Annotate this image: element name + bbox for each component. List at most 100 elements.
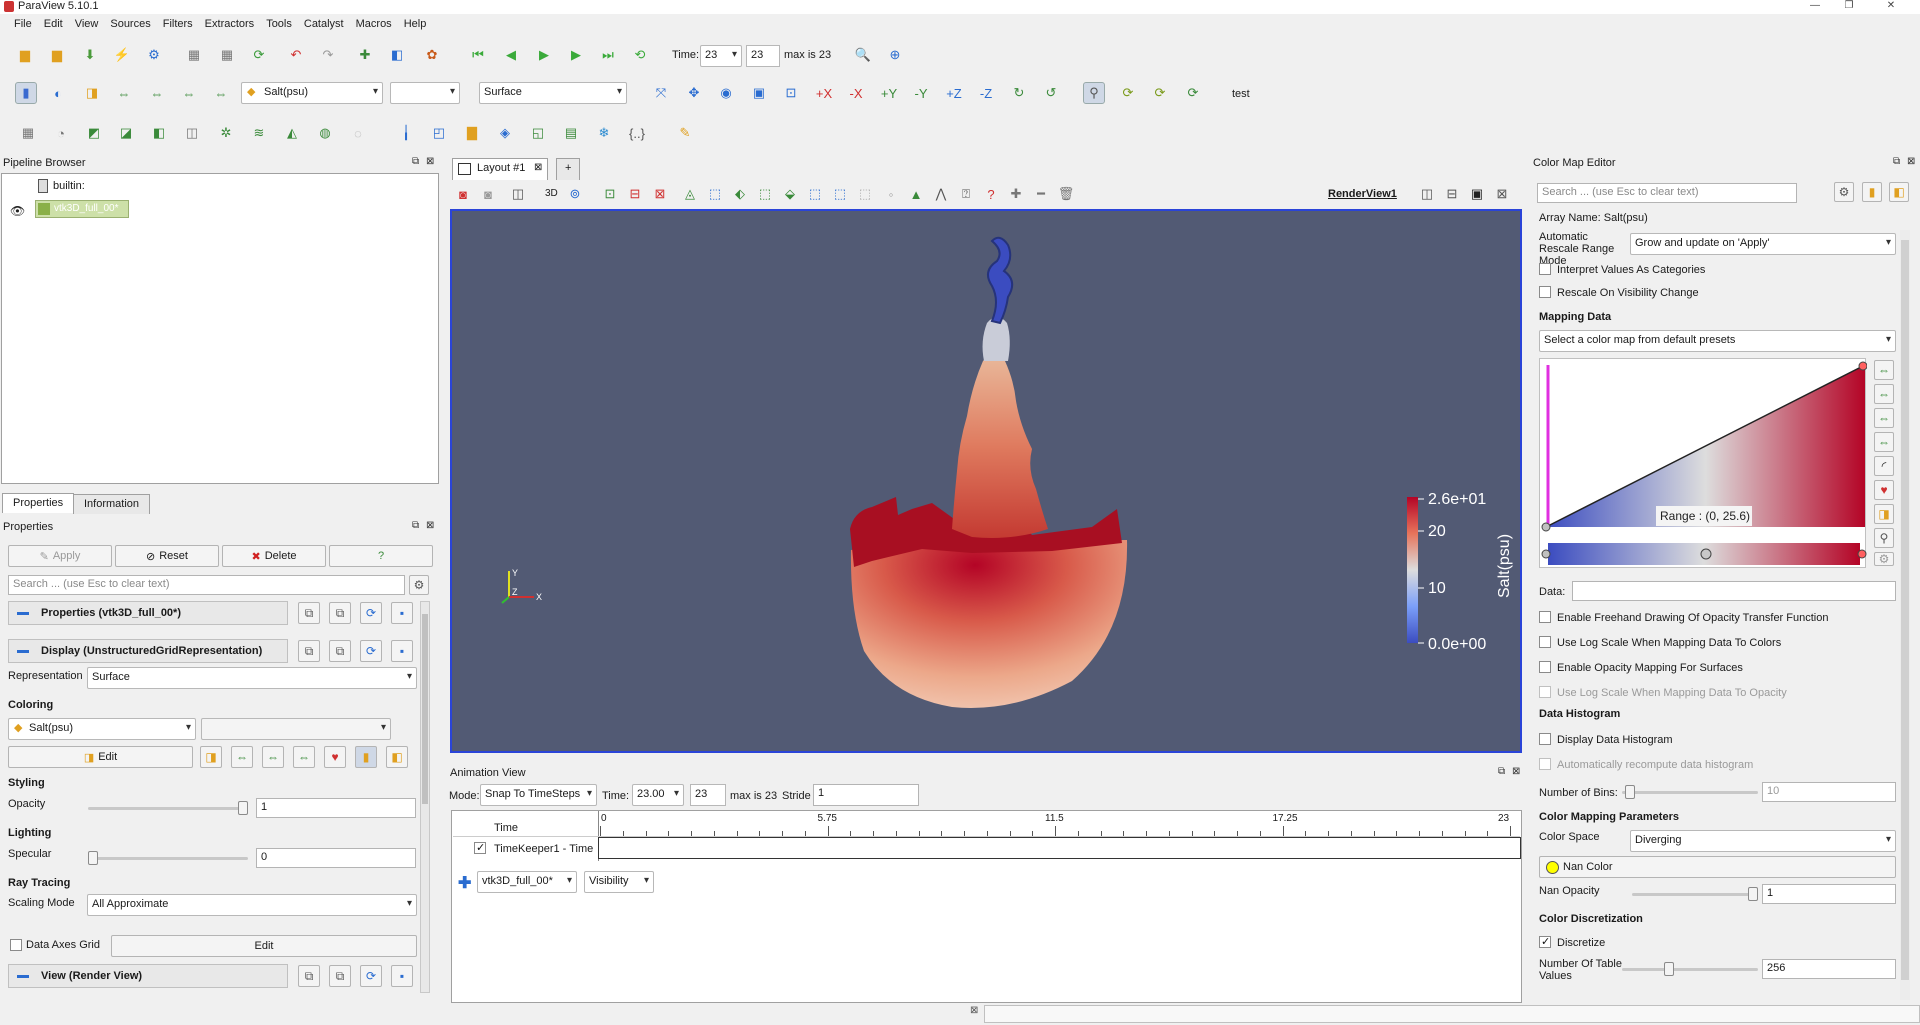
contour-icon[interactable]: ◔ — [50, 122, 72, 144]
python-calc-icon[interactable]: ▤ — [560, 122, 582, 144]
rescale-custom-btn-icon[interactable]: ⇔ — [231, 746, 253, 768]
choose-preset-tf-icon[interactable]: ♥ — [1874, 480, 1894, 500]
new-layout-tab[interactable]: + — [556, 158, 581, 180]
legend-props-icon[interactable]: ◧ — [386, 746, 408, 768]
rescale-custom-icon[interactable]: ⇔ — [113, 82, 135, 104]
timeline-ruler[interactable]: 0 5.75 11.5 17.25 23 — [600, 811, 1520, 836]
save-view-icon[interactable]: ▪ — [391, 965, 413, 987]
bins-slider[interactable] — [1622, 785, 1758, 799]
axes-grid-checkbox[interactable] — [10, 939, 22, 951]
mode-combo[interactable]: Snap To TimeSteps — [480, 784, 597, 806]
opacity-point-min[interactable] — [1541, 522, 1551, 532]
tab-layout[interactable]: Layout #1 ⊠ — [452, 158, 549, 180]
close-properties-icon[interactable]: ⊠ — [426, 520, 434, 531]
first-frame-icon[interactable]: ⏮ — [467, 44, 489, 66]
menu-edit[interactable]: Edit — [38, 15, 69, 33]
data-input[interactable] — [1572, 581, 1896, 601]
tab-information[interactable]: Information — [73, 494, 151, 514]
close-pipeline-icon[interactable]: ⊠ — [426, 156, 434, 167]
last-frame-icon[interactable]: ⏭ — [597, 44, 619, 66]
camera-undo-icon[interactable]: ⟳ — [1149, 82, 1171, 104]
timekeeper-checkbox[interactable] — [474, 841, 486, 854]
color-point-min[interactable] — [1541, 549, 1551, 559]
3d-toggle[interactable]: 3D — [545, 188, 558, 199]
undo-camera-icon[interactable]: ▦ — [183, 44, 205, 66]
freehand-checkbox[interactable] — [1539, 611, 1551, 623]
nan-opacity-input[interactable]: 1 — [1762, 884, 1896, 904]
query-icon[interactable]: ? — [980, 183, 1002, 205]
builtin-label[interactable]: builtin: — [53, 180, 85, 192]
color-point-max[interactable] — [1857, 549, 1867, 559]
tf-settings-icon[interactable]: ⚙ — [1874, 552, 1894, 566]
camera-link-icon[interactable]: ⟳ — [1117, 82, 1139, 104]
opacity-input[interactable]: 1 — [256, 798, 416, 818]
bins-knob[interactable] — [1625, 785, 1635, 799]
edit-colormap-button[interactable]: ◨ Edit — [8, 746, 193, 768]
table-values-input[interactable]: 256 — [1762, 959, 1896, 979]
select-polygon-points-icon[interactable]: ⬖ — [729, 183, 751, 205]
show-legend-icon[interactable]: ▮ — [355, 746, 377, 768]
zoom-box-icon[interactable]: ▣ — [748, 82, 770, 104]
clip-icon[interactable]: ◩ — [83, 122, 105, 144]
menu-help[interactable]: Help — [398, 15, 433, 33]
find-data-icon[interactable]: 🔍 — [852, 44, 874, 66]
float-cme-icon[interactable]: ⧉ — [1893, 156, 1900, 167]
color-point-mid[interactable] — [1700, 548, 1712, 560]
open-folder-icon[interactable]: ▆ — [14, 44, 36, 66]
view-plus-x-icon[interactable]: +X — [813, 82, 835, 104]
array-select[interactable]: ◆ Salt(psu) — [241, 82, 383, 104]
opacity-surfaces-checkbox[interactable] — [1539, 661, 1551, 673]
rotate-plus-90-icon[interactable]: ↻ — [1008, 82, 1030, 104]
time-combo[interactable]: 23 — [700, 45, 742, 67]
save-display-icon[interactable]: ▪ — [391, 640, 413, 662]
remove-icon[interactable]: ━ — [1030, 183, 1052, 205]
rotate-icon[interactable]: ⚲ — [1874, 528, 1894, 548]
bins-input[interactable]: 10 — [1762, 782, 1896, 802]
select-cells-on-icon[interactable]: ⊡ — [599, 183, 621, 205]
specular-input[interactable]: 0 — [256, 848, 416, 868]
cme-scrollbar[interactable] — [1900, 230, 1910, 1000]
pipeline-item-source[interactable]: vtk3D_full_00* — [35, 200, 129, 218]
opacity-slider[interactable] — [88, 801, 248, 815]
cme-gear-icon[interactable]: ⚙ — [1834, 182, 1854, 202]
discretize-checkbox[interactable] — [1539, 935, 1551, 948]
reload-display-icon[interactable]: ⟳ — [360, 640, 382, 662]
nan-color-button[interactable]: Nan Color — [1539, 856, 1896, 878]
anim-time-combo[interactable]: 23.00 — [632, 784, 684, 806]
table-values-knob[interactable] — [1664, 962, 1674, 976]
opacity-knob[interactable] — [238, 801, 248, 815]
menu-file[interactable]: File — [8, 15, 38, 33]
pick-center-icon[interactable]: ✚ — [354, 44, 376, 66]
representation-combo[interactable]: Surface — [87, 667, 417, 689]
render-view[interactable]: Y Z X 2.6e+01 20 10 0.0e+00 Salt(psu) — [450, 209, 1522, 753]
rescale-visible-icon[interactable]: ⇔ — [178, 82, 200, 104]
timekeeper-track[interactable] — [598, 837, 1521, 859]
clear-selection-icon[interactable]: 🗑 — [1055, 183, 1077, 205]
hover-cells-icon[interactable]: ⬚ — [829, 183, 851, 205]
screenshot-icon[interactable]: ◧ — [386, 44, 408, 66]
auto-rescale-combo[interactable]: Grow and update on 'Apply' — [1630, 233, 1896, 255]
threshold-icon[interactable]: ◧ — [148, 122, 170, 144]
select-points-on-icon[interactable]: ⊟ — [624, 183, 646, 205]
select-cells-through-icon[interactable]: ⊠ — [649, 183, 671, 205]
slice-icon[interactable]: ◪ — [115, 122, 137, 144]
camera-settings-icon[interactable]: ⊚ — [564, 183, 586, 205]
programmable-filter-icon[interactable]: {..} — [626, 122, 648, 144]
rescale-temporal-tf-icon[interactable]: ⇔ — [1874, 408, 1894, 428]
split-vertical-icon[interactable]: ⊟ — [1441, 183, 1463, 205]
choose-preset-icon[interactable]: ♥ — [324, 746, 346, 768]
log-opacity-checkbox[interactable] — [1539, 686, 1551, 698]
close-view-icon[interactable]: ⊠ — [1491, 183, 1513, 205]
grow-selection-icon[interactable]: ▲ — [905, 183, 927, 205]
plot-over-line-icon[interactable]: ╽ — [395, 122, 417, 144]
axes-grid-edit-button[interactable]: Edit — [111, 935, 417, 957]
coloring-array-combo[interactable]: ◆ Salt(psu) — [8, 718, 196, 740]
cme-search-input[interactable]: Search ... (use Esc to clear text) — [1537, 183, 1797, 203]
close-cme-icon[interactable]: ⊠ — [1907, 156, 1915, 167]
opacity-point-max[interactable] — [1858, 361, 1867, 371]
disconnect-icon[interactable]: ⚙ — [143, 44, 165, 66]
shrink-selection-icon[interactable]: ⋀ — [930, 183, 952, 205]
group-properties-header[interactable]: Properties (vtk3D_full_00*) — [8, 601, 288, 625]
paste-view-icon[interactable]: ⧉ — [329, 965, 351, 987]
menu-filters[interactable]: Filters — [157, 15, 199, 33]
